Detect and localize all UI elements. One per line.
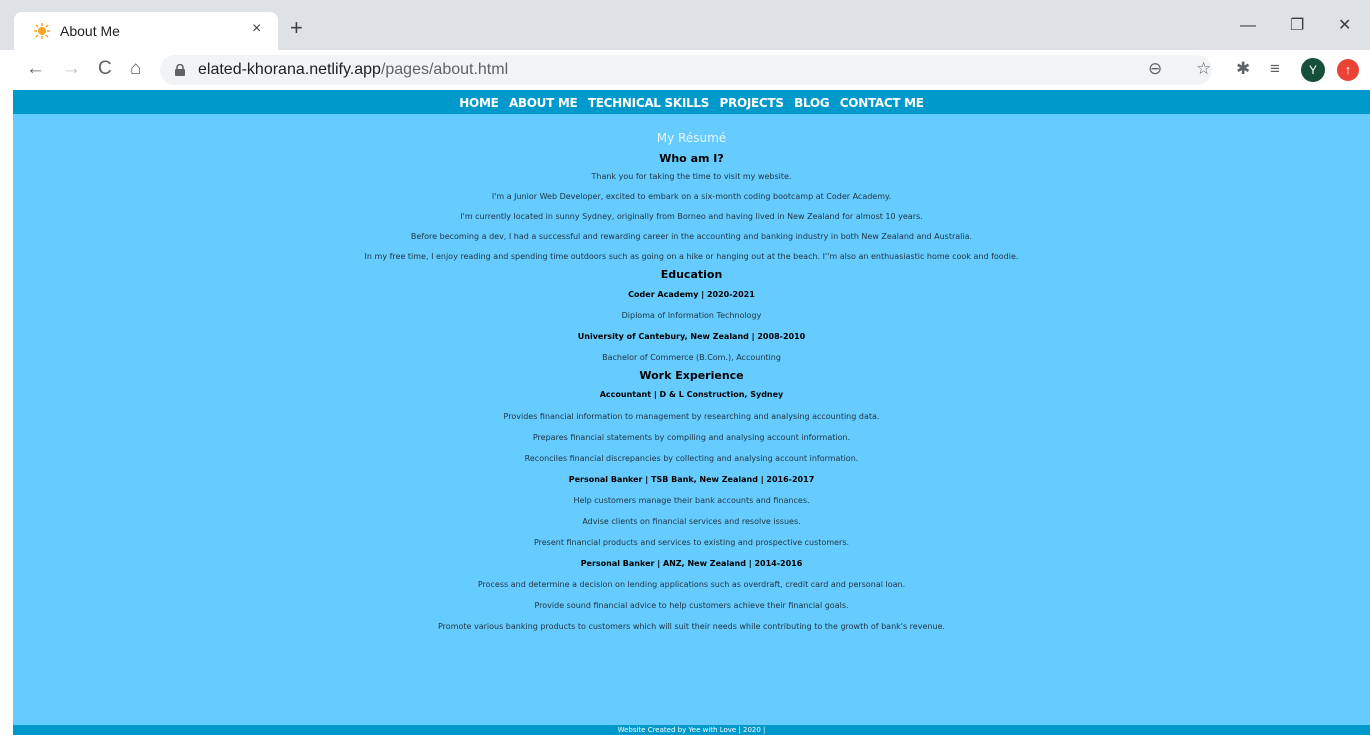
job-line: Provide sound financial advice to help c… <box>534 601 849 610</box>
browser-toolbar: ← → C ⌂ elated-khorana.netlify.app/pages… <box>0 50 1370 90</box>
site-footer: Website Created by Yee with Love | 2020 … <box>13 725 1370 735</box>
lock-icon <box>175 64 185 76</box>
extensions-icon[interactable]: ✱ <box>1236 60 1250 78</box>
zoom-icon[interactable]: ⊖ <box>1148 60 1162 78</box>
close-window-icon[interactable]: ✕ <box>1338 18 1351 34</box>
job-line: Reconciles financial discrepancies by co… <box>524 454 859 463</box>
browser-tab[interactable]: About Me × <box>14 12 278 50</box>
resume-content: My Résumé Who am I? Thank you for taking… <box>13 131 1370 633</box>
job-line: Advise clients on financial services and… <box>582 517 801 526</box>
nav-link-contact[interactable]: CONTACT ME <box>840 96 924 110</box>
nav-link-about[interactable]: ABOUT ME <box>509 96 578 110</box>
restore-icon[interactable]: ❐ <box>1290 18 1304 34</box>
profile-avatar[interactable]: Y <box>1301 58 1325 82</box>
education-title: University of Cantebury, New Zealand | 2… <box>577 332 806 341</box>
nav-link-blog[interactable]: BLOG <box>794 96 830 110</box>
sun-favicon-icon <box>34 23 50 39</box>
who-line: In my free time, I enjoy reading and spe… <box>364 252 1019 261</box>
education-heading: Education <box>660 268 723 281</box>
new-tab-button[interactable]: + <box>290 17 303 39</box>
extension-badge-icon[interactable]: ↑ <box>1337 59 1359 81</box>
education-title: Coder Academy | 2020-2021 <box>628 290 755 299</box>
job-title: Personal Banker | ANZ, New Zealand | 201… <box>580 559 803 568</box>
job-line: Promote various banking products to cust… <box>438 622 945 631</box>
education-detail: Diploma of Information Technology <box>621 311 762 320</box>
forward-icon[interactable]: → <box>62 59 81 79</box>
nav-link-technical-skills[interactable]: TECHNICAL SKILLS <box>588 96 710 110</box>
tab-strip: About Me × + — ❐ ✕ <box>0 0 1370 50</box>
job-line: Provides financial information to manage… <box>503 412 880 421</box>
reload-icon[interactable]: C <box>98 59 112 79</box>
who-heading: Who am I? <box>659 152 724 165</box>
back-icon[interactable]: ← <box>26 59 45 79</box>
who-line: I'm a Junior Web Developer, excited to e… <box>491 192 892 201</box>
tab-close-icon[interactable]: × <box>252 20 261 38</box>
url-host: elated-khorana.netlify.app <box>198 61 381 78</box>
page-title: My Résumé <box>656 131 727 145</box>
nav-link-projects[interactable]: PROJECTS <box>720 96 784 110</box>
job-title: Personal Banker | TSB Bank, New Zealand … <box>568 475 815 484</box>
job-line: Present financial products and services … <box>533 538 850 547</box>
work-heading: Work Experience <box>639 369 744 382</box>
address-bar[interactable]: elated-khorana.netlify.app/pages/about.h… <box>160 55 1212 85</box>
job-title: Accountant | D & L Construction, Sydney <box>599 390 784 399</box>
job-line: Prepares financial statements by compili… <box>532 433 851 442</box>
bookmark-star-icon[interactable]: ☆ <box>1196 60 1211 78</box>
minimize-icon[interactable]: — <box>1240 18 1256 34</box>
job-line: Help customers manage their bank account… <box>573 496 810 505</box>
url-text: elated-khorana.netlify.app/pages/about.h… <box>198 61 508 79</box>
page-viewport: HOME ABOUT ME TECHNICAL SKILLS PROJECTS … <box>13 90 1370 735</box>
job-line: Process and determine a decision on lend… <box>477 580 906 589</box>
tab-title: About Me <box>60 23 120 39</box>
education-detail: Bachelor of Commerce (B.Com.), Accountin… <box>602 353 781 362</box>
who-line: Before becoming a dev, I had a successfu… <box>410 232 973 241</box>
site-nav: HOME ABOUT ME TECHNICAL SKILLS PROJECTS … <box>13 90 1370 114</box>
who-line: Thank you for taking the time to visit m… <box>591 172 792 181</box>
home-icon[interactable]: ⌂ <box>130 59 141 79</box>
reading-list-icon[interactable]: ≡ <box>1270 60 1280 78</box>
nav-link-home[interactable]: HOME <box>459 96 498 110</box>
who-line: I'm currently located in sunny Sydney, o… <box>460 212 923 221</box>
url-path: /pages/about.html <box>380 61 509 78</box>
